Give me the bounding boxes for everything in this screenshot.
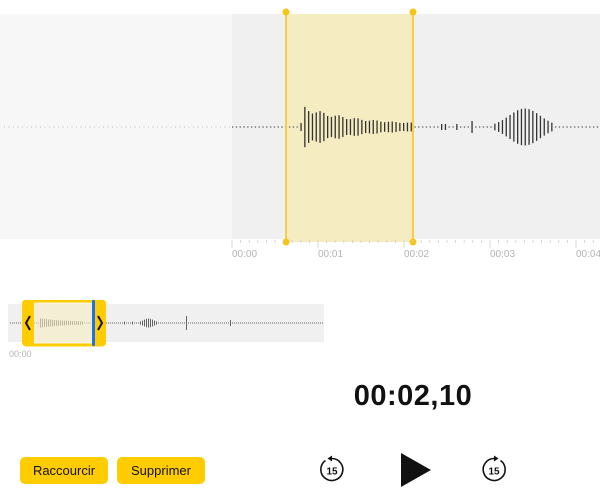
timeline-tick: 00:01	[318, 249, 344, 260]
current-time: 00:02,10	[353, 380, 473, 412]
main-waveform[interactable]	[0, 0, 600, 270]
timeline-tick: 00:03	[490, 249, 516, 260]
trim-button[interactable]: Raccourcir	[20, 457, 108, 484]
trim-left-handle[interactable]	[22, 301, 34, 345]
pre-recording-area	[0, 14, 232, 239]
skip-forward-label: 15	[488, 467, 500, 478]
trim-right-handle[interactable]	[94, 301, 106, 345]
timeline-tick: 00:02	[404, 249, 430, 260]
play-icon	[401, 453, 431, 487]
skip-back-label: 15	[326, 467, 338, 478]
delete-button[interactable]: Supprimer	[117, 457, 205, 484]
timeline-tick: 00:00	[232, 249, 258, 260]
skip-back-button[interactable]: 15	[316, 454, 348, 486]
selection-start-knob-top[interactable]	[282, 8, 290, 16]
play-button[interactable]	[395, 450, 435, 490]
timeline-tick: 00:04	[576, 249, 600, 260]
overview-tick: 00:00	[9, 349, 32, 359]
playhead[interactable]	[92, 300, 95, 346]
overview-waveform[interactable]	[8, 300, 328, 364]
selection-end-knob-top[interactable]	[409, 8, 417, 16]
skip-forward-button[interactable]: 15	[478, 454, 510, 486]
